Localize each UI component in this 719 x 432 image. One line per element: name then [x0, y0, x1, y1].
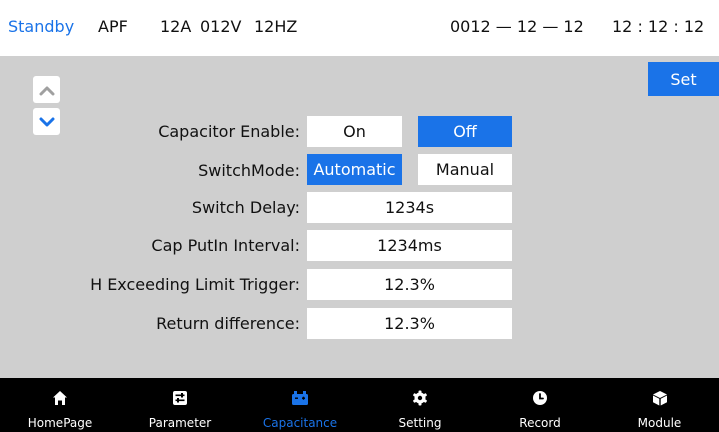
status-voltage: 012V [200, 17, 242, 36]
status-current: 12A [160, 17, 192, 36]
chevron-up-icon [39, 86, 54, 95]
nav-item-label: Record [519, 416, 561, 430]
nav-item-label: Module [637, 416, 682, 430]
h-exceeding-limit-label: H Exceeding Limit Trigger: [90, 275, 300, 294]
status-state: Standby [8, 17, 75, 36]
clock-icon [533, 391, 547, 405]
switch-mode-manual-button[interactable]: Manual [418, 154, 512, 185]
cap-putin-interval-label: Cap PutIn Interval: [151, 236, 300, 255]
capacitance-panel: Set Capacitor Enable: On Off SwitchMode:… [0, 56, 719, 378]
switch-mode-automatic-button[interactable]: Automatic [307, 154, 402, 185]
status-mode: APF [98, 17, 128, 36]
status-frequency: 12HZ [254, 17, 298, 36]
capacitor-enable-label: Capacitor Enable: [158, 122, 300, 141]
bottom-navigation: HomePage Parameter Capacitance Setting R… [0, 378, 719, 432]
capacitor-enable-off-button[interactable]: Off [418, 116, 512, 147]
return-difference-input[interactable]: 12.3% [307, 308, 512, 339]
nav-item-parameter[interactable]: Parameter [120, 378, 240, 432]
gear-icon [413, 390, 427, 406]
scroll-up-button[interactable] [33, 76, 60, 103]
nav-item-label: Parameter [148, 416, 212, 430]
switch-delay-input[interactable]: 1234s [307, 192, 512, 223]
nav-item-label: HomePage [27, 416, 93, 430]
status-bar: Standby APF 12A 012V 12HZ 0012 — 12 — 12… [0, 0, 719, 56]
status-date: 0012 — 12 — 12 [450, 17, 584, 36]
set-button[interactable]: Set [648, 62, 719, 96]
cube-icon [652, 391, 667, 406]
nav-item-record[interactable]: Record [480, 378, 600, 432]
nav-item-label: Setting [398, 416, 442, 430]
capacitor-enable-on-button[interactable]: On [307, 116, 402, 147]
home-icon [53, 391, 67, 405]
h-exceeding-limit-input[interactable]: 12.3% [307, 269, 512, 300]
nav-item-homepage[interactable]: HomePage [0, 378, 120, 432]
battery-icon [292, 391, 308, 405]
nav-item-capacitance[interactable]: Capacitance [240, 378, 360, 432]
nav-item-label: Capacitance [262, 416, 338, 430]
cap-putin-interval-input[interactable]: 1234ms [307, 230, 512, 261]
sliders-icon [173, 391, 187, 405]
switch-mode-label: SwitchMode: [198, 161, 300, 180]
nav-item-module[interactable]: Module [600, 378, 719, 432]
status-time: 12 : 12 : 12 [612, 17, 705, 36]
return-difference-label: Return difference: [156, 314, 300, 333]
nav-item-setting[interactable]: Setting [360, 378, 480, 432]
switch-delay-label: Switch Delay: [191, 198, 300, 217]
